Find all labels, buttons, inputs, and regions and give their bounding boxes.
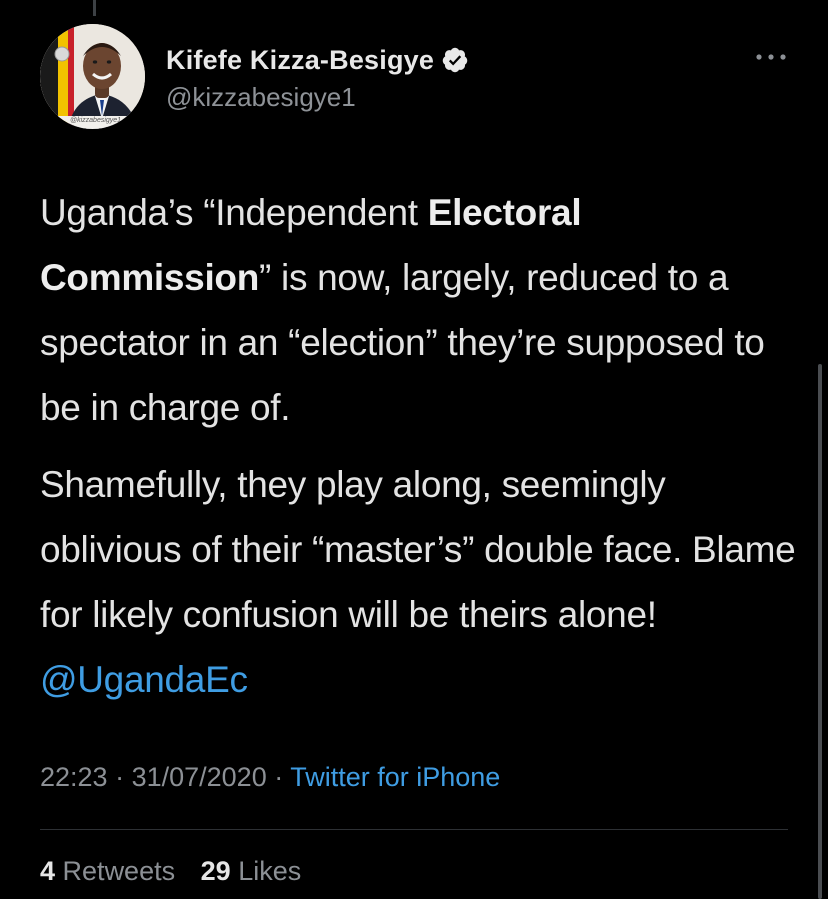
tweet-time: 22:23 <box>40 762 108 792</box>
meta-separator: · <box>107 762 132 792</box>
tweet-text-segment: Uganda’s “Independent <box>40 192 428 233</box>
mention-link[interactable]: @UgandaEc <box>40 659 248 700</box>
verified-badge-icon <box>441 46 469 74</box>
meta-separator: · <box>266 762 291 792</box>
retweets-label: Retweets <box>62 856 176 886</box>
tweet-bold-segment: Electoral <box>427 192 582 233</box>
tweet-text: Uganda’s “Independent Electoral Commissi… <box>40 180 810 712</box>
tweet-text-segment: Shamefully, they play along, seemingly o… <box>40 464 796 635</box>
tweet-source-link[interactable]: Twitter for iPhone <box>290 762 500 792</box>
tweet-date: 31/07/2020 <box>131 762 267 792</box>
likes-label: Likes <box>238 856 302 886</box>
divider <box>40 829 788 830</box>
avatar-image <box>40 24 145 129</box>
retweets-stat[interactable]: 4 Retweets <box>40 856 175 887</box>
avatar-watermark: @kizzabesigye1 <box>70 117 122 124</box>
author-handle[interactable]: @kizzabesigye1 <box>166 82 469 113</box>
tweet-meta: 22:23 · 31/07/2020 · Twitter for iPhone <box>40 762 500 793</box>
retweets-count: 4 <box>40 856 56 886</box>
likes-stat[interactable]: 29 Likes <box>201 856 302 887</box>
avatar[interactable]: @kizzabesigye1 <box>40 24 145 129</box>
thread-connector-line <box>93 0 96 16</box>
tweet-header: @kizzabesigye1 Kifefe Kizza-Besigye @kiz… <box>40 24 800 134</box>
more-options-icon[interactable] <box>754 50 788 64</box>
tweet-paragraph-1: Uganda’s “Independent Electoral Commissi… <box>40 180 810 440</box>
display-name[interactable]: Kifefe Kizza-Besigye <box>166 45 434 76</box>
tweet-paragraph-2: Shamefully, they play along, seemingly o… <box>40 452 810 712</box>
likes-count: 29 <box>200 856 231 886</box>
display-name-row: Kifefe Kizza-Besigye <box>166 42 469 78</box>
tweet-stats: 4 Retweets 29 Likes <box>40 856 301 887</box>
scrollbar[interactable] <box>818 364 822 899</box>
author-names: Kifefe Kizza-Besigye @kizzabesigye1 <box>166 42 469 113</box>
tweet-bold-segment: Commission <box>40 257 260 298</box>
